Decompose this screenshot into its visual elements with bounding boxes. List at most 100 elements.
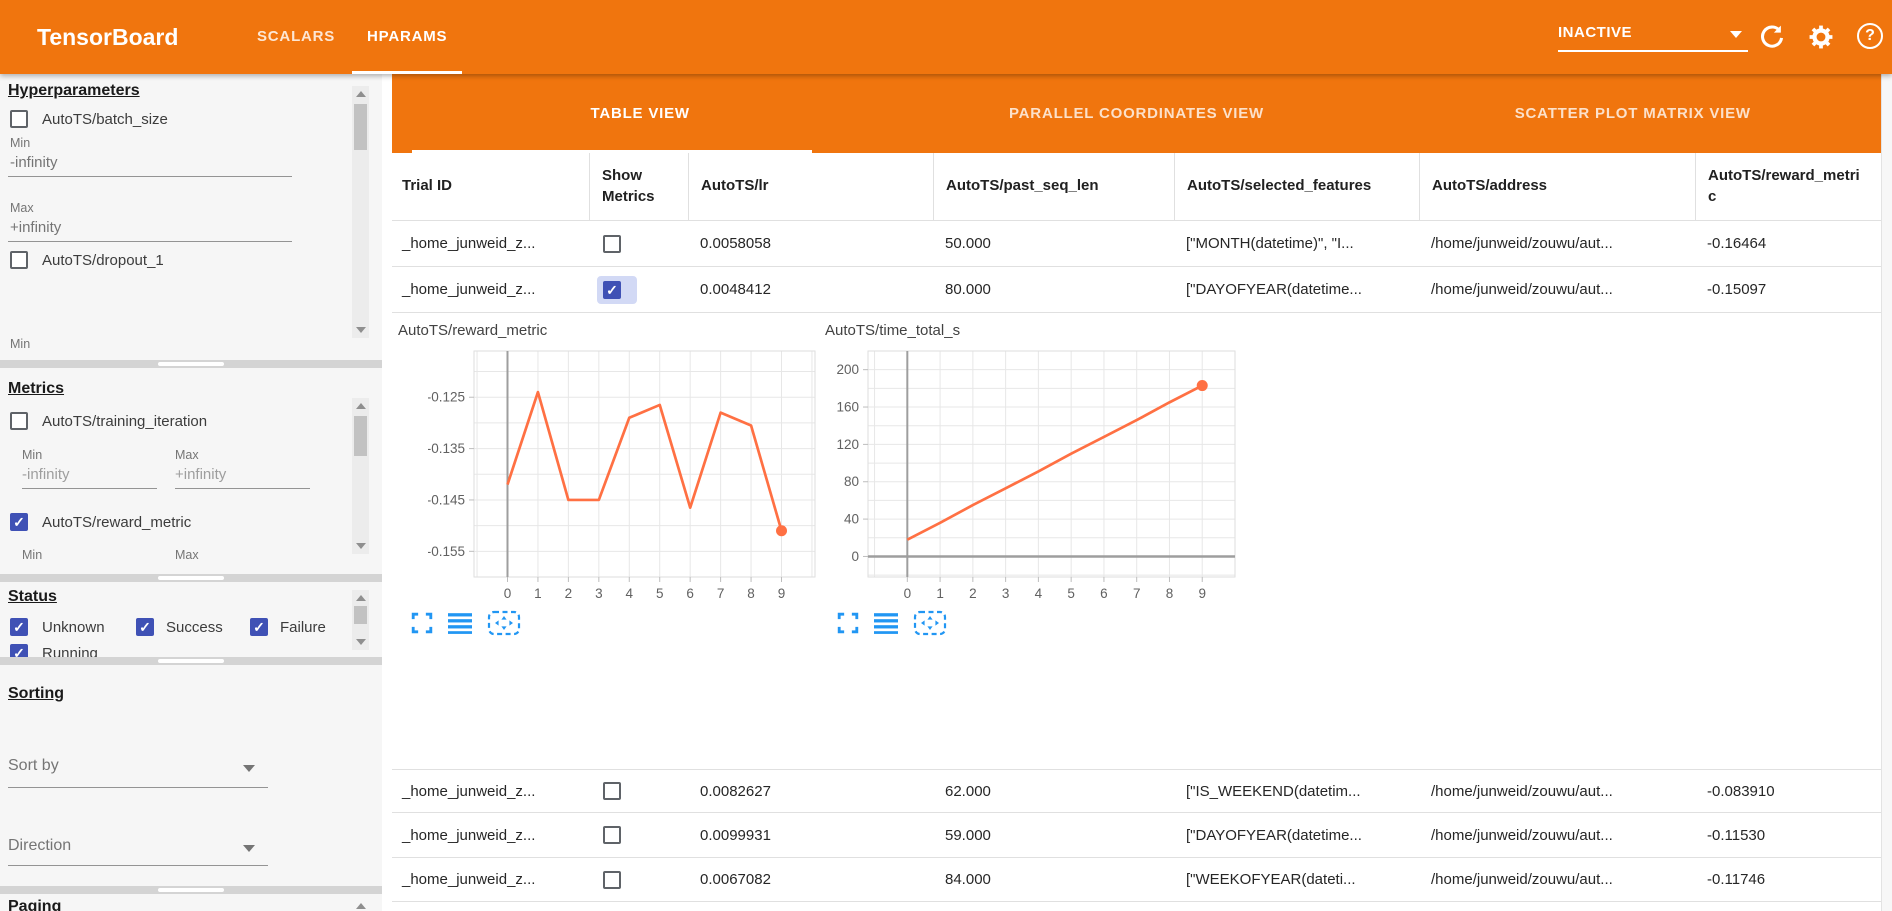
scrollbar[interactable]	[352, 398, 369, 554]
chevron-down-icon[interactable]	[243, 765, 255, 772]
checkbox-status-running[interactable]	[10, 644, 28, 657]
show-metrics-checkbox[interactable]	[603, 826, 621, 844]
drag-handle[interactable]	[158, 362, 224, 366]
data-table-icon[interactable]	[448, 612, 472, 634]
checkbox-reward-metric[interactable]	[10, 513, 28, 531]
reset-zoom-icon[interactable]	[913, 610, 947, 636]
drag-handle[interactable]	[158, 576, 224, 580]
scroll-up-icon[interactable]	[356, 595, 366, 601]
cell-past-seq-len: 59.000	[933, 813, 1174, 857]
scroll-up-icon[interactable]	[356, 91, 366, 97]
table-row[interactable]: _home_junweid_z... 0.0067082 84.000 ["WE…	[392, 858, 1881, 902]
max-input[interactable]: +infinity	[10, 219, 61, 236]
cell-trial-id: _home_junweid_z...	[392, 770, 589, 812]
checkbox-status-success[interactable]	[136, 618, 154, 636]
section-resize-divider[interactable]	[0, 886, 382, 894]
cell-selected-features: ["WEEKOFYEAR(dateti...	[1174, 858, 1419, 901]
max-label: Max	[175, 448, 199, 462]
table-row[interactable]: _home_junweid_z... 0.0048412 80.000 ["DA…	[392, 267, 1881, 313]
checkbox-status-unknown[interactable]	[10, 618, 28, 636]
label-status-unknown: Unknown	[42, 619, 105, 636]
scrollbar[interactable]	[352, 898, 369, 911]
tab-parallel-coordinates-view[interactable]: PARALLEL COORDINATES VIEW	[888, 74, 1384, 153]
cell-reward-metric: -0.11530	[1695, 813, 1881, 857]
section-resize-divider[interactable]	[0, 360, 382, 368]
checkbox-dropout-1[interactable]	[10, 251, 28, 269]
cell-trial-id: _home_junweid_z...	[392, 267, 589, 312]
col-past-seq-len[interactable]: AutoTS/past_seq_len	[933, 153, 1174, 220]
maximize-icon[interactable]	[837, 612, 859, 634]
checkbox-status-failure[interactable]	[250, 618, 268, 636]
chevron-down-icon[interactable]	[243, 845, 255, 852]
scroll-down-icon[interactable]	[356, 327, 366, 333]
line-chart-time-total[interactable]: 012345678904080120160200	[832, 342, 1252, 607]
cell-lr: 0.0048412	[688, 267, 933, 312]
input-underline	[175, 488, 310, 489]
scroll-down-icon[interactable]	[356, 639, 366, 645]
table-row[interactable]: _home_junweid_z... 0.0058058 50.000 ["MO…	[392, 221, 1881, 267]
scrollbar[interactable]	[1881, 74, 1892, 911]
min-input[interactable]: -infinity	[22, 466, 70, 483]
scrollbar-thumb[interactable]	[354, 606, 367, 624]
col-selected-features[interactable]: AutoTS/selected_features	[1174, 153, 1419, 220]
section-resize-divider[interactable]	[0, 657, 382, 665]
table-row[interactable]: _home_junweid_z... 0.0099931 59.000 ["DA…	[392, 813, 1881, 858]
session-group-rows-top: _home_junweid_z... 0.0058058 50.000 ["MO…	[392, 221, 1881, 313]
cell-address: /home/junweid/zouwu/aut...	[1419, 858, 1695, 901]
reload-icon[interactable]	[1758, 23, 1786, 51]
svg-text:8: 8	[1166, 586, 1174, 601]
label-reward-metric: AutoTS/reward_metric	[42, 514, 191, 531]
max-label: Max	[175, 548, 199, 562]
checkbox-batch-size[interactable]	[10, 110, 28, 128]
col-lr[interactable]: AutoTS/lr	[688, 153, 933, 220]
col-show-metrics[interactable]: Show Metrics	[589, 153, 688, 220]
max-input[interactable]: +infinity	[175, 466, 226, 483]
svg-text:6: 6	[686, 586, 694, 601]
table-row[interactable]: _home_junweid_z... 0.0082627 62.000 ["IS…	[392, 770, 1881, 813]
cell-lr: 0.0067082	[688, 858, 933, 901]
maximize-icon[interactable]	[411, 612, 433, 634]
min-input[interactable]: -infinity	[10, 154, 58, 171]
drag-handle[interactable]	[158, 659, 224, 663]
col-reward-metric[interactable]: AutoTS/reward_metric	[1695, 153, 1881, 220]
help-icon[interactable]: ?	[1857, 23, 1883, 49]
drag-handle[interactable]	[158, 888, 224, 892]
section-resize-divider[interactable]	[0, 574, 382, 582]
section-status: Status Unknown Success Failure Running	[0, 582, 382, 657]
svg-text:0: 0	[851, 549, 859, 564]
tab-hparams[interactable]: HPARAMS	[367, 0, 447, 74]
settings-gear-icon[interactable]	[1807, 23, 1835, 51]
scroll-down-icon[interactable]	[356, 543, 366, 549]
scroll-up-icon[interactable]	[356, 903, 366, 909]
data-table-icon[interactable]	[874, 612, 898, 634]
scrollbar[interactable]	[352, 590, 369, 650]
session-group-rows-bottom: _home_junweid_z... 0.0082627 62.000 ["IS…	[392, 769, 1881, 902]
scrollbar[interactable]	[352, 86, 369, 338]
tab-scalars[interactable]: SCALARS	[257, 0, 335, 74]
label-status-failure: Failure	[280, 619, 326, 636]
col-trial-id[interactable]: Trial ID	[392, 153, 589, 220]
app-title: TensorBoard	[37, 0, 178, 74]
cell-trial-id: _home_junweid_z...	[392, 221, 589, 266]
label-training-iteration: AutoTS/training_iteration	[42, 413, 207, 430]
show-metrics-checkbox[interactable]	[603, 281, 621, 299]
show-metrics-checkbox[interactable]	[603, 871, 621, 889]
scrollbar-thumb[interactable]	[354, 416, 367, 456]
checkbox-training-iteration[interactable]	[10, 412, 28, 430]
show-metrics-checkbox[interactable]	[603, 782, 621, 800]
col-address[interactable]: AutoTS/address	[1419, 153, 1695, 220]
tab-scatter-plot-matrix-view[interactable]: SCATTER PLOT MATRIX VIEW	[1385, 74, 1881, 153]
scroll-up-icon[interactable]	[356, 403, 366, 409]
status-title: Status	[8, 588, 57, 606]
line-chart-reward-metric[interactable]: 0123456789-0.125-0.135-0.145-0.155	[428, 342, 828, 607]
sort-by-dropdown[interactable]: Sort by	[8, 757, 59, 775]
min-label: Min	[10, 136, 30, 150]
direction-dropdown[interactable]: Direction	[8, 837, 71, 855]
scrollbar-thumb[interactable]	[354, 104, 367, 150]
chart-toolbar	[411, 610, 521, 636]
chart-toolbar	[837, 610, 947, 636]
show-metrics-checkbox[interactable]	[603, 235, 621, 253]
run-status-dropdown[interactable]: INACTIVE	[1558, 19, 1748, 52]
reset-zoom-icon[interactable]	[487, 610, 521, 636]
tab-table-view[interactable]: TABLE VIEW	[392, 74, 888, 153]
